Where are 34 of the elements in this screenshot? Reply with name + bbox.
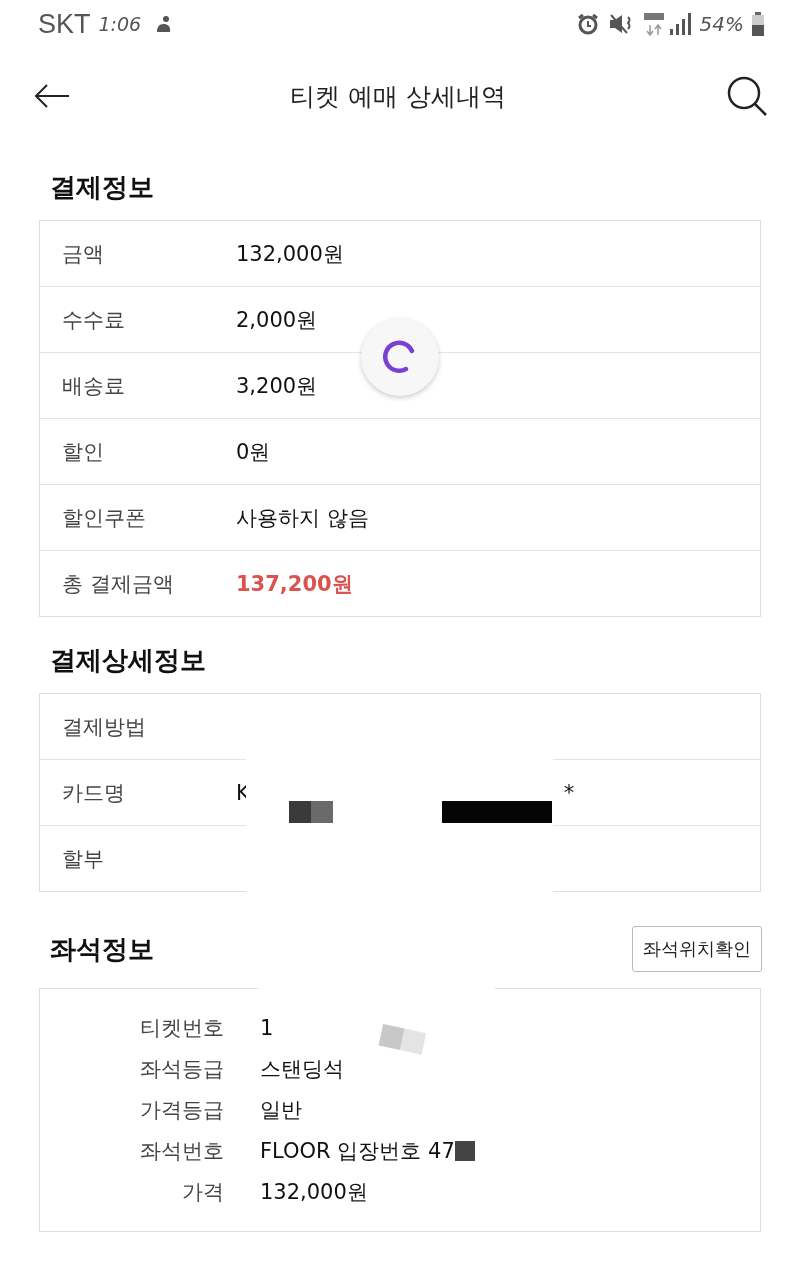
carrier-name: SKT bbox=[38, 8, 91, 40]
row-value: * bbox=[563, 780, 575, 805]
row-label: 총 결제금액 bbox=[61, 570, 175, 598]
row-label: 좌석번호 bbox=[139, 1137, 224, 1165]
row-label: 금액 bbox=[61, 240, 105, 268]
row-value: 132,000원 bbox=[236, 240, 344, 268]
row-label: 할인 bbox=[61, 438, 105, 466]
section-title: 결제상세정보 bbox=[50, 643, 206, 677]
section-title: 좌석정보 bbox=[50, 932, 154, 966]
row-value: 2,000원 bbox=[236, 306, 318, 334]
row-value: 스탠딩석 bbox=[260, 1055, 344, 1083]
battery-percent: 54% bbox=[699, 12, 744, 36]
row-label: 할인쿠폰 bbox=[61, 504, 147, 532]
row-value: FLOOR 입장번호 47 bbox=[260, 1137, 455, 1165]
row-label: 배송료 bbox=[61, 372, 126, 400]
row-value: 137,200원 bbox=[236, 570, 353, 598]
row-label: 가격 bbox=[181, 1178, 224, 1206]
seat-location-button[interactable]: 좌석위치확인 bbox=[632, 926, 762, 972]
row-value: 3,200원 bbox=[236, 372, 318, 400]
clock-time: 1:06 bbox=[98, 13, 142, 35]
row-label: 티켓번호 bbox=[139, 1014, 224, 1042]
row-label: 좌석등급 bbox=[139, 1055, 224, 1083]
page-title: 티켓 예매 상세내역 bbox=[290, 80, 506, 113]
row-value: 1 bbox=[260, 1015, 274, 1040]
row-label: 가격등급 bbox=[139, 1096, 224, 1124]
row-label: 카드명 bbox=[61, 779, 126, 807]
row-value: 일반 bbox=[260, 1096, 302, 1124]
row-value: 사용하지 않음 bbox=[236, 504, 369, 532]
row-value: 132,000원 bbox=[260, 1178, 368, 1206]
section-title: 결제정보 bbox=[50, 170, 154, 204]
row-value: 0원 bbox=[236, 438, 271, 466]
row-label: 할부 bbox=[61, 845, 105, 873]
row-label: 수수료 bbox=[61, 306, 126, 334]
row-label: 결제방법 bbox=[61, 713, 147, 741]
